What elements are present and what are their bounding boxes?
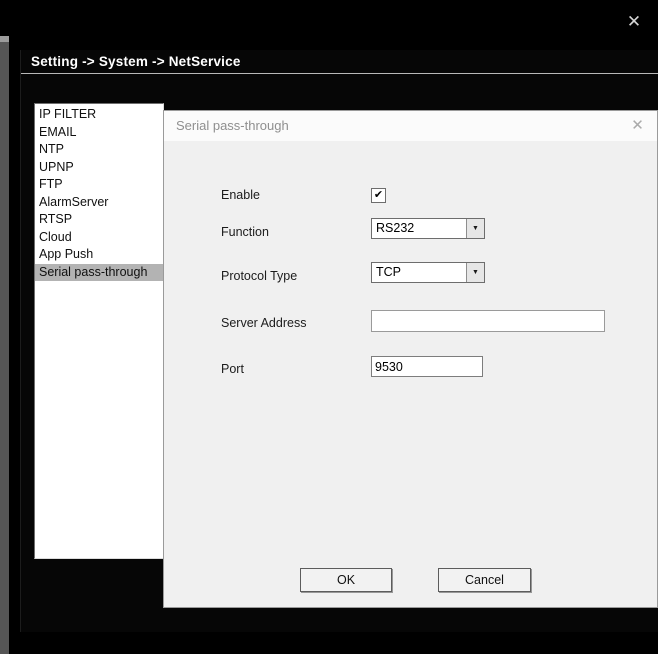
cancel-button[interactable]: Cancel xyxy=(438,568,531,592)
background-window-edge xyxy=(0,36,9,654)
title-separator xyxy=(21,73,658,74)
dialog-close-icon[interactable]: ✕ xyxy=(627,116,648,136)
list-item-serial-pass-through[interactable]: Serial pass-through xyxy=(35,263,163,281)
list-item-upnp[interactable]: UPNP xyxy=(35,159,163,177)
settings-breadcrumb-title: Setting -> System -> NetService xyxy=(31,54,241,69)
background-window-edge-cap xyxy=(0,36,9,42)
ok-button[interactable]: OK xyxy=(300,568,392,592)
protocol-type-dropdown-value: TCP xyxy=(376,265,401,279)
dialog-title: Serial pass-through xyxy=(176,118,289,133)
protocol-type-dropdown[interactable]: TCP ▼ xyxy=(371,262,485,283)
serial-passthrough-dialog: Serial pass-through ✕ Enable ✔ Function … xyxy=(163,110,658,608)
list-item-alarmserver[interactable]: AlarmServer xyxy=(35,194,163,212)
function-dropdown[interactable]: RS232 ▼ xyxy=(371,218,485,239)
port-input[interactable] xyxy=(371,356,483,377)
list-item-ip-filter[interactable]: IP FILTER xyxy=(35,106,163,124)
list-item-ftp[interactable]: FTP xyxy=(35,176,163,194)
list-item-email[interactable]: EMAIL xyxy=(35,124,163,142)
server-address-input[interactable] xyxy=(371,310,605,332)
port-label: Port xyxy=(221,362,244,376)
enable-checkbox[interactable]: ✔ xyxy=(371,188,386,203)
function-label: Function xyxy=(221,225,269,239)
list-item-ntp[interactable]: NTP xyxy=(35,141,163,159)
check-icon: ✔ xyxy=(373,189,384,201)
chevron-down-icon[interactable]: ▼ xyxy=(466,219,484,238)
list-item-app-push[interactable]: App Push xyxy=(35,246,163,264)
chevron-down-icon[interactable]: ▼ xyxy=(466,263,484,282)
server-address-label: Server Address xyxy=(221,316,307,330)
protocol-type-label: Protocol Type xyxy=(221,269,298,283)
netservice-list: IP FILTER EMAIL NTP UPNP FTP AlarmServer RTSP C… xyxy=(34,103,164,559)
screen-close-icon[interactable]: ✕ xyxy=(621,11,647,33)
enable-label: Enable xyxy=(221,188,260,202)
dialog-titlebar: Serial pass-through ✕ xyxy=(164,111,657,141)
list-item-rtsp[interactable]: RTSP xyxy=(35,211,163,229)
function-dropdown-value: RS232 xyxy=(376,221,415,235)
list-item-cloud[interactable]: Cloud xyxy=(35,229,163,247)
